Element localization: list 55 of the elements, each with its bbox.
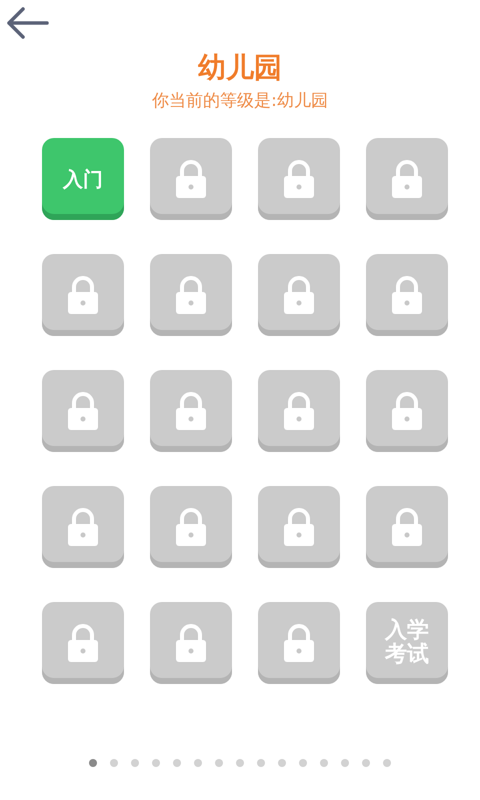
level-tile[interactable]	[366, 254, 448, 336]
level-tile[interactable]	[150, 486, 232, 568]
level-tile[interactable]	[258, 138, 340, 220]
page-dot[interactable]	[152, 759, 160, 767]
level-tile[interactable]	[258, 486, 340, 568]
level-tile[interactable]	[366, 370, 448, 452]
page-dot[interactable]	[236, 759, 244, 767]
level-tile[interactable]	[150, 254, 232, 336]
page-dot[interactable]	[110, 759, 118, 767]
lock-icon	[391, 507, 423, 547]
level-tile[interactable]	[258, 370, 340, 452]
page-dot[interactable]	[131, 759, 139, 767]
page-dot[interactable]	[299, 759, 307, 767]
lock-icon	[283, 391, 315, 431]
lock-icon	[67, 391, 99, 431]
level-tile[interactable]	[42, 370, 124, 452]
level-tile[interactable]	[258, 602, 340, 684]
level-tile[interactable]	[42, 486, 124, 568]
level-tile[interactable]	[150, 370, 232, 452]
page-dot[interactable]	[320, 759, 328, 767]
level-tile[interactable]	[150, 602, 232, 684]
level-title: 幼儿园	[198, 50, 282, 86]
current-level-text: 你当前的等级是:幼儿园	[152, 90, 328, 112]
lock-icon	[391, 159, 423, 199]
page-dot[interactable]	[89, 759, 97, 767]
lock-icon	[175, 623, 207, 663]
lock-icon	[175, 391, 207, 431]
lock-icon	[175, 159, 207, 199]
lock-icon	[391, 391, 423, 431]
page-dot[interactable]	[257, 759, 265, 767]
level-tile[interactable]	[366, 138, 448, 220]
level-tile[interactable]	[150, 138, 232, 220]
lock-icon	[283, 507, 315, 547]
level-tile[interactable]	[366, 486, 448, 568]
lock-icon	[67, 623, 99, 663]
lock-icon	[283, 275, 315, 315]
lock-icon	[283, 623, 315, 663]
lock-icon	[283, 159, 315, 199]
page-dot[interactable]	[278, 759, 286, 767]
page-dot[interactable]	[383, 759, 391, 767]
back-arrow-icon[interactable]	[5, 6, 49, 40]
lock-icon	[175, 275, 207, 315]
lock-icon	[67, 275, 99, 315]
level-tile[interactable]: 入门	[42, 138, 124, 220]
page-dot[interactable]	[194, 759, 202, 767]
page-dot[interactable]	[215, 759, 223, 767]
page-dot[interactable]	[362, 759, 370, 767]
lock-icon	[175, 507, 207, 547]
level-tile[interactable]	[42, 254, 124, 336]
lock-icon	[391, 275, 423, 315]
level-tile[interactable]	[258, 254, 340, 336]
page-dot[interactable]	[173, 759, 181, 767]
level-tile[interactable]	[42, 602, 124, 684]
lock-icon	[67, 507, 99, 547]
page-dot[interactable]	[341, 759, 349, 767]
